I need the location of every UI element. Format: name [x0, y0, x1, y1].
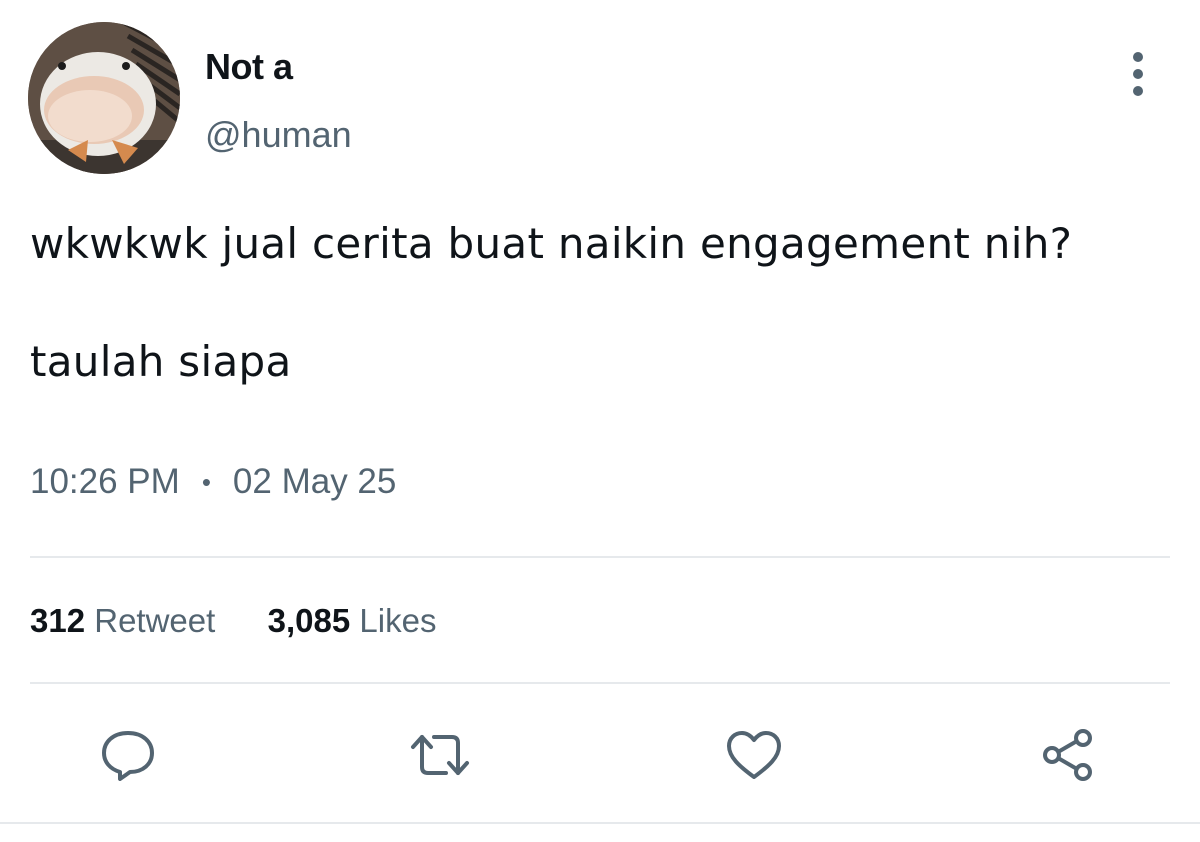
reply-button[interactable]	[98, 725, 158, 785]
divider	[30, 556, 1170, 558]
reply-icon	[102, 731, 154, 781]
display-name[interactable]: Not a	[205, 46, 293, 88]
meta-separator: •	[201, 466, 211, 497]
tweet-text-line-2: taulah siapa	[30, 337, 292, 386]
avatar[interactable]	[28, 22, 180, 174]
like-stat[interactable]: 3,085 Likes	[268, 602, 437, 639]
retweet-button[interactable]	[410, 725, 470, 785]
more-vertical-icon	[1133, 52, 1143, 96]
tweet-text-line-1: wkwkwk jual cerita buat naikin engagemen…	[30, 219, 1073, 268]
retweet-stat[interactable]: 312 Retweet	[30, 602, 224, 639]
tweet-date: 02 May 25	[232, 462, 397, 501]
share-icon	[1043, 729, 1092, 781]
duck-avatar-icon	[28, 22, 180, 174]
retweet-label: Retweet	[94, 602, 216, 639]
share-button[interactable]	[1038, 725, 1098, 785]
divider	[30, 682, 1170, 684]
tweet-text: wkwkwk jual cerita buat naikin engagemen…	[30, 214, 1180, 392]
tweet-time: 10:26 PM	[30, 462, 180, 501]
retweet-icon	[411, 735, 469, 775]
retweet-count: 312	[30, 602, 86, 639]
like-button[interactable]	[724, 725, 784, 785]
more-options-button[interactable]	[1118, 48, 1158, 100]
tweet-meta: 10:26 PM • 02 May 25	[30, 462, 396, 502]
user-handle[interactable]: @human	[205, 114, 352, 156]
tweet-stats: 312 Retweet 3,085 Likes	[30, 602, 436, 640]
like-label: Likes	[359, 602, 437, 639]
divider	[0, 822, 1200, 824]
heart-icon	[727, 731, 781, 779]
like-count: 3,085	[267, 602, 351, 639]
